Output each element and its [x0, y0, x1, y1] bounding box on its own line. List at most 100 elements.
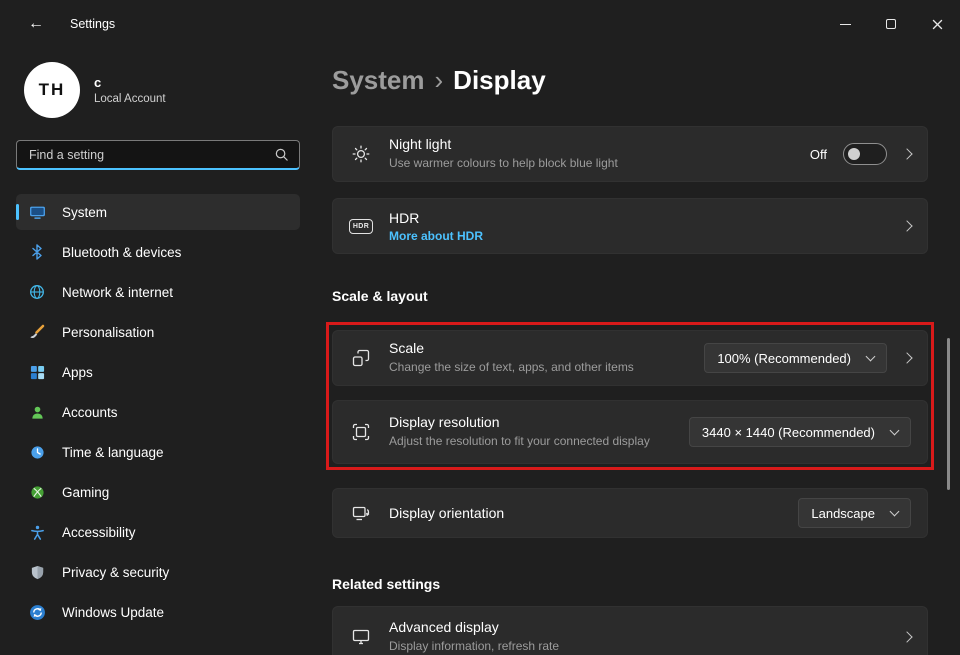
update-icon [28, 604, 46, 621]
sidebar-item-system[interactable]: System [16, 194, 300, 230]
monitor-icon [349, 627, 373, 647]
night-light-title: Night light [389, 136, 618, 152]
scale-title: Scale [389, 340, 634, 356]
chevron-right-icon [901, 352, 912, 363]
orientation-title: Display orientation [389, 505, 504, 521]
sidebar-item-windows-update[interactable]: Windows Update [16, 594, 300, 630]
sidebar-item-accessibility[interactable]: Accessibility [16, 514, 300, 550]
titlebar: ← Settings [0, 0, 960, 48]
apps-grid-icon [28, 365, 46, 380]
night-light-card[interactable]: Night light Use warmer colours to help b… [332, 126, 928, 182]
scale-icon [349, 348, 373, 368]
night-light-toggle[interactable] [843, 143, 887, 165]
maximize-button[interactable] [868, 0, 914, 48]
sidebar-item-accounts[interactable]: Accounts [16, 394, 300, 430]
hdr-more-link[interactable]: More about HDR [389, 229, 483, 243]
person-icon [28, 405, 46, 420]
account-type: Local Account [94, 93, 166, 105]
close-icon [932, 19, 943, 30]
resolution-subtitle: Adjust the resolution to fit your connec… [389, 433, 650, 449]
display-orientation-card[interactable]: Display orientation Landscape [332, 488, 928, 538]
account-section[interactable]: TH c Local Account [24, 62, 300, 118]
night-light-subtitle: Use warmer colours to help block blue li… [389, 155, 618, 171]
orientation-dropdown[interactable]: Landscape [798, 498, 911, 528]
hdr-card[interactable]: HDR HDR More about HDR [332, 198, 928, 254]
toggle-knob [848, 148, 860, 160]
search-box [16, 140, 300, 170]
advanced-display-card[interactable]: Advanced display Display information, re… [332, 606, 928, 655]
sidebar-item-label: Time & language [62, 445, 164, 460]
sidebar-item-bluetooth-devices[interactable]: Bluetooth & devices [16, 234, 300, 270]
paintbrush-icon [28, 324, 46, 340]
night-light-sun-icon [349, 144, 373, 164]
scale-subtitle: Change the size of text, apps, and other… [389, 359, 634, 375]
globe-icon [28, 284, 46, 300]
section-related-settings: Related settings [332, 574, 928, 594]
sidebar-item-label: Accessibility [62, 525, 136, 540]
sidebar-item-apps[interactable]: Apps [16, 354, 300, 390]
sidebar-item-time-language[interactable]: Time & language [16, 434, 300, 470]
hdr-title: HDR [389, 210, 483, 226]
sidebar-item-personalisation[interactable]: Personalisation [16, 314, 300, 350]
breadcrumb: System › Display [332, 62, 928, 98]
chevron-down-icon [890, 425, 900, 435]
settings-window: ← Settings TH c Local Account [0, 0, 960, 655]
scale-card[interactable]: Scale Change the size of text, apps, and… [332, 330, 928, 386]
chevron-right-icon [901, 220, 912, 231]
window-controls [822, 0, 960, 48]
chevron-down-icon [890, 506, 900, 516]
sidebar-item-label: Network & internet [62, 285, 173, 300]
sidebar-item-gaming[interactable]: Gaming [16, 474, 300, 510]
sidebar-item-label: Personalisation [62, 325, 154, 340]
search-input[interactable] [27, 147, 274, 163]
sidebar-item-label: System [62, 205, 107, 220]
account-name: c [94, 75, 166, 90]
sidebar: TH c Local Account System Bluetooth & [0, 48, 316, 634]
minimize-icon [840, 24, 851, 25]
shield-icon [28, 565, 46, 580]
bluetooth-icon [28, 244, 46, 260]
resolution-value: 3440 × 1440 (Recommended) [702, 425, 875, 440]
main-content: System › Display Night light Use warmer … [332, 48, 928, 655]
hdr-icon: HDR [349, 219, 373, 234]
advanced-display-title: Advanced display [389, 619, 559, 635]
section-scale-layout: Scale & layout [332, 286, 928, 306]
sidebar-item-label: Accounts [62, 405, 118, 420]
breadcrumb-separator: › [435, 65, 444, 96]
resolution-icon [349, 422, 373, 442]
display-resolution-card[interactable]: Display resolution Adjust the resolution… [332, 400, 928, 464]
scrollbar-thumb[interactable] [947, 338, 950, 490]
sidebar-nav: System Bluetooth & devices Network & int… [16, 194, 300, 630]
minimize-button[interactable] [822, 0, 868, 48]
orientation-icon [349, 503, 373, 523]
sidebar-item-label: Bluetooth & devices [62, 245, 181, 260]
advanced-display-subtitle: Display information, refresh rate [389, 638, 559, 654]
night-light-toggle-state: Off [810, 147, 827, 162]
sidebar-item-label: Apps [62, 365, 93, 380]
accessibility-person-icon [28, 525, 46, 540]
orientation-value: Landscape [811, 506, 875, 521]
chevron-right-icon [901, 148, 912, 159]
scale-value: 100% (Recommended) [717, 351, 851, 366]
xbox-icon [28, 485, 46, 500]
maximize-icon [886, 19, 896, 29]
sidebar-item-label: Privacy & security [62, 565, 169, 580]
page-title: Display [453, 65, 546, 96]
system-icon [28, 204, 46, 221]
app-title: Settings [70, 17, 115, 31]
sidebar-item-network-internet[interactable]: Network & internet [16, 274, 300, 310]
back-button[interactable]: ← [20, 8, 52, 40]
sidebar-item-label: Gaming [62, 485, 109, 500]
chevron-down-icon [866, 351, 876, 361]
chevron-right-icon [901, 631, 912, 642]
breadcrumb-parent[interactable]: System [332, 65, 425, 96]
clock-icon [28, 445, 46, 460]
resolution-dropdown[interactable]: 3440 × 1440 (Recommended) [689, 417, 911, 447]
scale-dropdown[interactable]: 100% (Recommended) [704, 343, 887, 373]
sidebar-item-label: Windows Update [62, 605, 164, 620]
close-button[interactable] [914, 0, 960, 48]
search-icon[interactable] [274, 147, 289, 162]
avatar: TH [24, 62, 80, 118]
resolution-title: Display resolution [389, 414, 650, 430]
sidebar-item-privacy-security[interactable]: Privacy & security [16, 554, 300, 590]
